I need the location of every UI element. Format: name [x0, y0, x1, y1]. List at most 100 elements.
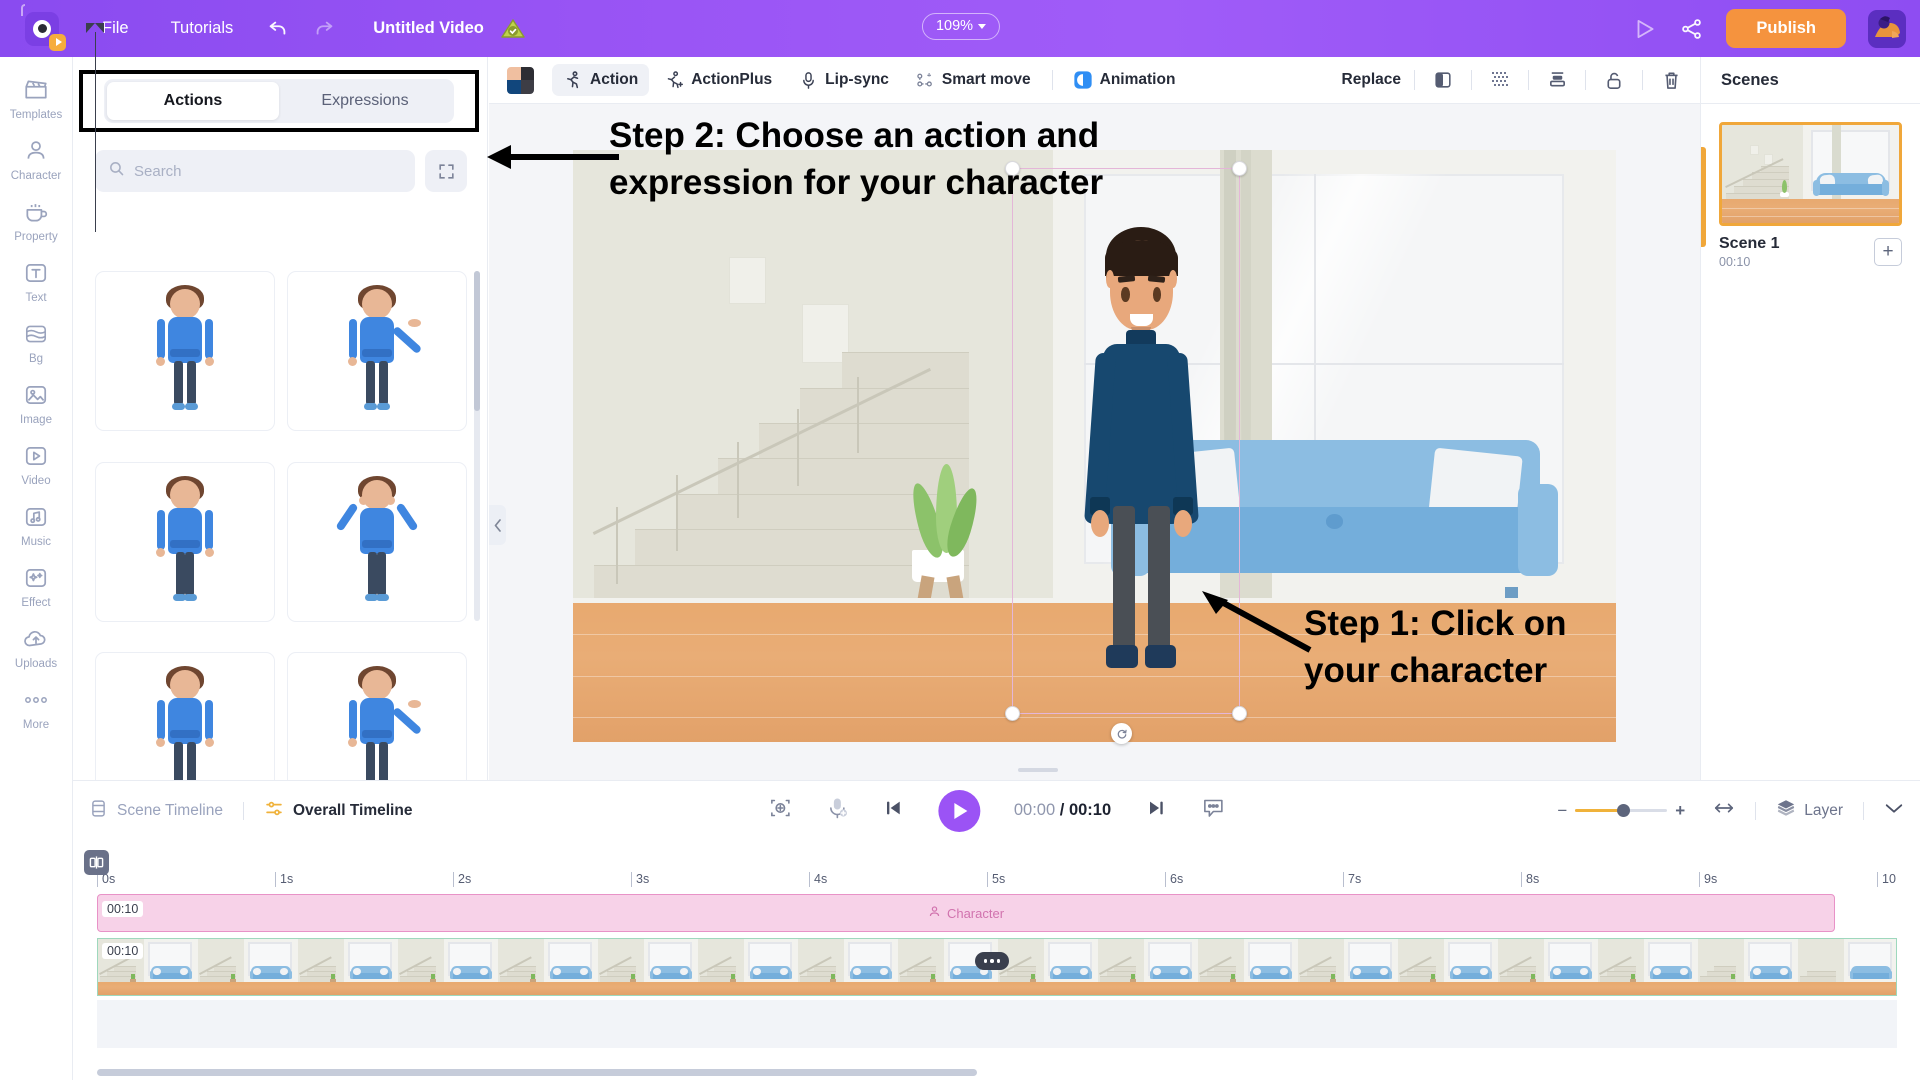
zoom-knob[interactable]	[1617, 804, 1631, 817]
resize-handle-top-right[interactable]	[1232, 161, 1247, 176]
sidebar-item-music[interactable]: Music	[0, 502, 73, 548]
delete-icon[interactable]	[1656, 65, 1686, 95]
timeline-divider	[242, 801, 244, 820]
scene-frame	[798, 939, 898, 995]
layer-button[interactable]: Layer	[1776, 798, 1843, 823]
zoom-track[interactable]	[1575, 804, 1668, 817]
timeline-playhead[interactable]	[86, 23, 104, 232]
timeline-divider	[1755, 801, 1757, 820]
sidebar-item-templates[interactable]: Templates	[0, 75, 73, 121]
sidebar-label-image: Image	[20, 414, 52, 426]
tool-action[interactable]: Action	[552, 64, 650, 96]
tab-actions[interactable]: Actions	[107, 82, 279, 120]
sidebar-item-character[interactable]: Character	[0, 136, 73, 182]
fit-to-screen-button[interactable]	[768, 796, 792, 825]
resize-handle-bottom-left[interactable]	[1005, 706, 1020, 721]
action-card-standing-idle[interactable]	[95, 271, 275, 431]
menu-tutorials[interactable]: Tutorials	[161, 13, 244, 44]
sidebar-item-effect[interactable]: Effect	[0, 563, 73, 609]
zoom-level-dropdown[interactable]: 109%	[921, 13, 1001, 40]
tab-overall-timeline[interactable]: Overall Timeline	[264, 799, 412, 823]
track-character[interactable]: 00:10 Character	[97, 894, 1835, 932]
sidebar-item-bg[interactable]: Bg	[0, 319, 73, 365]
play-button[interactable]	[937, 789, 980, 832]
redo-icon[interactable]	[313, 18, 335, 40]
fit-width-icon[interactable]	[1713, 801, 1735, 820]
tool-label-smart-move: Smart move	[941, 71, 1031, 88]
bg-icon	[21, 319, 51, 349]
user-avatar[interactable]	[1868, 9, 1906, 48]
more-icon	[21, 685, 51, 715]
music-icon	[21, 502, 51, 532]
logo-box	[25, 11, 66, 51]
play-preview-icon[interactable]	[1632, 16, 1658, 42]
zoom-in-button[interactable]: +	[1675, 801, 1685, 821]
sidebar-label-music: Music	[20, 536, 52, 548]
align-icon[interactable]	[1542, 65, 1572, 95]
tab-expressions[interactable]: Expressions	[279, 82, 451, 120]
tool-animation[interactable]: Animation	[1062, 64, 1187, 96]
scene-active-indicator	[1701, 147, 1706, 247]
more-dots-icon[interactable]	[975, 952, 1009, 970]
sidebar-item-image[interactable]: Image	[0, 380, 73, 426]
zoom-out-button[interactable]: −	[1557, 801, 1567, 821]
panel-scrollbar-thumb[interactable]	[474, 271, 480, 411]
search-input[interactable]	[134, 162, 402, 180]
opacity-icon[interactable]	[1485, 65, 1515, 95]
tool-smart-move[interactable]: Smart move	[904, 64, 1042, 96]
prev-frame-button[interactable]	[882, 798, 904, 823]
voice-record-button[interactable]	[826, 796, 848, 825]
track-label-text: Character	[946, 905, 1005, 921]
expand-icon[interactable]	[425, 150, 467, 192]
replace-button[interactable]: Replace	[1342, 71, 1401, 89]
search-box[interactable]	[95, 150, 415, 192]
flip-horizontal-icon[interactable]	[1428, 65, 1458, 95]
microphone-icon	[798, 70, 818, 90]
document-title[interactable]: Untitled Video	[373, 19, 484, 38]
ruler-tick: 1s	[275, 872, 293, 887]
share-icon[interactable]	[1680, 17, 1704, 41]
sidebar-item-uploads[interactable]: Uploads	[0, 624, 73, 670]
split-icon[interactable]	[84, 850, 109, 875]
scene-thumbnail[interactable]	[1719, 122, 1902, 226]
sidebar-item-video[interactable]: Video	[0, 441, 73, 487]
tab-scene-timeline[interactable]: Scene Timeline	[89, 799, 223, 823]
scene-track-duration-badge: 00:10	[102, 943, 144, 959]
unlock-icon[interactable]	[1599, 65, 1629, 95]
resize-handle-bottom-right[interactable]	[1232, 706, 1247, 721]
tool-actionplus[interactable]: ActionPlus	[653, 64, 783, 96]
panel-collapse-button[interactable]	[489, 505, 506, 545]
action-card-head-in-hands[interactable]	[287, 461, 467, 622]
chevron-down-icon[interactable]	[1884, 801, 1904, 820]
sidebar-item-text[interactable]: Text	[0, 258, 73, 304]
add-scene-button[interactable]: +	[1874, 238, 1902, 266]
timeline-horizontal-scrollbar[interactable]	[97, 1069, 977, 1076]
action-card-presenting-right[interactable]	[287, 271, 467, 431]
app-logo[interactable]	[14, 0, 70, 57]
timeline-ruler[interactable]: 0s 1s 2s 3s 4s 5s 6s 7s 8s 9s 10	[97, 872, 1920, 894]
sidebar-item-property[interactable]: Property	[0, 197, 73, 243]
tool-label-actionplus: ActionPlus	[691, 71, 773, 88]
rotate-icon[interactable]	[1111, 723, 1132, 744]
scene-frame	[1598, 939, 1698, 995]
undo-icon[interactable]	[267, 18, 289, 40]
scene-frame	[398, 939, 498, 995]
action-card-standing-sad[interactable]	[95, 461, 275, 622]
ruler-tick: 5s	[987, 872, 1005, 887]
scene-frame	[198, 939, 298, 995]
publish-button[interactable]: Publish	[1726, 9, 1846, 48]
ruler-tick: 2s	[453, 872, 471, 887]
image-icon	[21, 380, 51, 410]
current-time: 00:00	[1013, 801, 1056, 819]
tool-lipsync[interactable]: Lip-sync	[787, 64, 900, 96]
scene-card[interactable]: Scene 1 00:10 +	[1719, 122, 1902, 269]
timeline-zoom-slider[interactable]: − +	[1557, 801, 1685, 821]
subtitle-button[interactable]	[1201, 797, 1225, 824]
next-frame-button[interactable]	[1145, 798, 1167, 823]
color-swatch[interactable]	[507, 66, 534, 94]
scenes-header: Scenes	[1701, 57, 1920, 104]
sidebar-item-more[interactable]: More	[0, 685, 73, 731]
zoom-level-value: 109%	[935, 18, 974, 34]
panel-resize-grabber[interactable]	[1018, 768, 1058, 772]
ruler-tick: 7s	[1343, 872, 1361, 887]
